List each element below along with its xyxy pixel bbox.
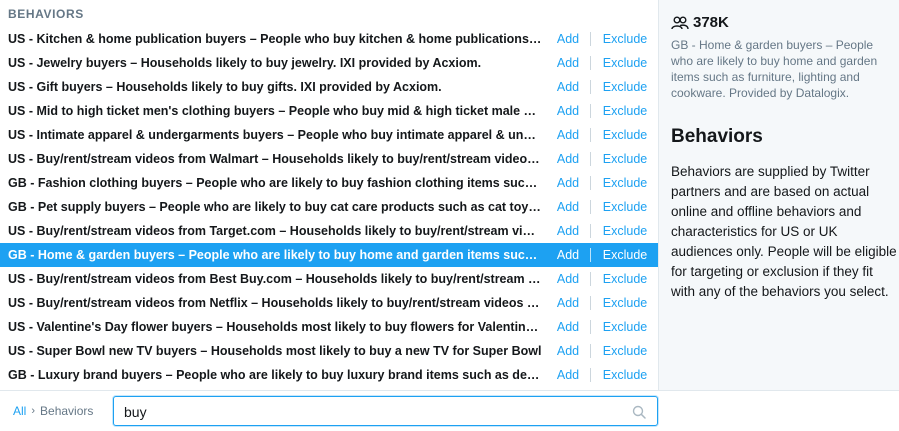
behavior-row[interactable]: US - Kitchen & home publication buyers –…: [0, 27, 658, 51]
add-button[interactable]: Add: [548, 75, 588, 99]
action-divider: [590, 200, 591, 214]
behavior-label[interactable]: US - Buy/rent/stream videos from Target.…: [8, 219, 542, 243]
behavior-row[interactable]: GB - Pet supply buyers – People who are …: [0, 195, 658, 219]
exclude-button[interactable]: Exclude: [594, 219, 656, 243]
behavior-label[interactable]: GB - Luxury brand buyers – People who ar…: [8, 363, 542, 387]
behavior-row[interactable]: US - Buy/rent/stream videos from Walmart…: [0, 147, 658, 171]
info-title: Behaviors: [671, 126, 763, 147]
behavior-label[interactable]: GB - Fashion clothing buyers – People wh…: [8, 171, 542, 195]
add-button[interactable]: Add: [548, 147, 588, 171]
add-button[interactable]: Add: [548, 219, 588, 243]
behavior-row[interactable]: US - Valentine's Day flower buyers – Hou…: [0, 315, 658, 339]
action-divider: [590, 32, 591, 46]
search-box[interactable]: [113, 396, 658, 426]
selected-behavior-description: GB - Home & garden buyers – People who a…: [671, 38, 878, 100]
breadcrumb: All › Behaviors: [13, 391, 93, 431]
exclude-button[interactable]: Exclude: [594, 27, 656, 51]
users-icon: [671, 16, 689, 29]
add-button[interactable]: Add: [548, 315, 588, 339]
behavior-row[interactable]: US - Buy/rent/stream videos from Best Bu…: [0, 267, 658, 291]
behavior-label[interactable]: US - Gift buyers – Households likely to …: [8, 75, 542, 99]
behavior-label[interactable]: US - Valentine's Day flower buyers – Hou…: [8, 315, 542, 339]
exclude-button[interactable]: Exclude: [594, 195, 656, 219]
action-divider: [590, 320, 591, 334]
info-panel: 378K GB - Home & garden buyers – People …: [658, 0, 899, 390]
add-button[interactable]: Add: [548, 267, 588, 291]
behaviors-list-panel: BEHAVIORS US - Kitchen & home publicatio…: [0, 0, 658, 390]
add-button[interactable]: Add: [548, 363, 588, 387]
behavior-row[interactable]: US - Gift buyers – Households likely to …: [0, 75, 658, 99]
action-divider: [590, 152, 591, 166]
action-divider: [590, 224, 591, 238]
breadcrumb-all-link[interactable]: All: [13, 391, 26, 431]
add-button[interactable]: Add: [548, 51, 588, 75]
behavior-row[interactable]: GB - Luxury brand buyers – People who ar…: [0, 363, 658, 387]
action-divider: [590, 296, 591, 310]
breadcrumb-separator: ›: [31, 405, 36, 417]
add-button[interactable]: Add: [548, 123, 588, 147]
exclude-button[interactable]: Exclude: [594, 267, 656, 291]
targeting-picker: BEHAVIORS US - Kitchen & home publicatio…: [0, 0, 899, 431]
action-divider: [590, 248, 591, 262]
behavior-label[interactable]: GB - Home & garden buyers – People who a…: [8, 243, 542, 267]
action-divider: [590, 104, 591, 118]
behavior-row[interactable]: US - Buy/rent/stream videos from Target.…: [0, 219, 658, 243]
audience-size: 378K: [671, 14, 729, 31]
behavior-label[interactable]: US - Buy/rent/stream videos from Walmart…: [8, 147, 542, 171]
exclude-button[interactable]: Exclude: [594, 339, 656, 363]
action-divider: [590, 128, 591, 142]
add-button[interactable]: Add: [548, 99, 588, 123]
info-body: Behaviors are supplied by Twitter partne…: [671, 164, 897, 299]
section-header: BEHAVIORS: [8, 7, 84, 21]
behavior-row[interactable]: US - Jewelry buyers – Households likely …: [0, 51, 658, 75]
behavior-label[interactable]: US - Kitchen & home publication buyers –…: [8, 27, 542, 51]
add-button[interactable]: Add: [548, 195, 588, 219]
behavior-label[interactable]: US - Intimate apparel & undergarments bu…: [8, 123, 542, 147]
action-divider: [590, 56, 591, 70]
action-divider: [590, 176, 591, 190]
behavior-label[interactable]: US - Buy/rent/stream videos from Netflix…: [8, 291, 542, 315]
search-input[interactable]: [124, 401, 624, 422]
exclude-button[interactable]: Exclude: [594, 363, 656, 387]
exclude-button[interactable]: Exclude: [594, 171, 656, 195]
exclude-button[interactable]: Exclude: [594, 291, 656, 315]
search-bar: All › Behaviors: [0, 390, 899, 431]
behavior-row[interactable]: GB - Fashion clothing buyers – People wh…: [0, 171, 658, 195]
action-divider: [590, 344, 591, 358]
behavior-row[interactable]: US - Intimate apparel & undergarments bu…: [0, 123, 658, 147]
add-button[interactable]: Add: [548, 243, 588, 267]
search-icon[interactable]: [632, 405, 646, 419]
action-divider: [590, 80, 591, 94]
add-button[interactable]: Add: [548, 171, 588, 195]
behavior-label[interactable]: US - Jewelry buyers – Households likely …: [8, 51, 542, 75]
add-button[interactable]: Add: [548, 27, 588, 51]
add-button[interactable]: Add: [548, 291, 588, 315]
exclude-button[interactable]: Exclude: [594, 147, 656, 171]
exclude-button[interactable]: Exclude: [594, 51, 656, 75]
behavior-row[interactable]: GB - Home & garden buyers – People who a…: [0, 243, 658, 267]
behavior-label[interactable]: US - Mid to high ticket men's clothing b…: [8, 99, 542, 123]
audience-count: 378K: [693, 14, 729, 31]
action-divider: [590, 368, 591, 382]
behavior-row[interactable]: US - Buy/rent/stream videos from Netflix…: [0, 291, 658, 315]
exclude-button[interactable]: Exclude: [594, 99, 656, 123]
behavior-label[interactable]: GB - Pet supply buyers – People who are …: [8, 195, 542, 219]
behavior-row[interactable]: US - Mid to high ticket men's clothing b…: [0, 99, 658, 123]
behavior-label[interactable]: US - Super Bowl new TV buyers – Househol…: [8, 339, 542, 363]
breadcrumb-current: Behaviors: [40, 404, 94, 418]
exclude-button[interactable]: Exclude: [594, 123, 656, 147]
exclude-button[interactable]: Exclude: [594, 75, 656, 99]
exclude-button[interactable]: Exclude: [594, 243, 656, 267]
behavior-row[interactable]: US - Super Bowl new TV buyers – Househol…: [0, 339, 658, 363]
behaviors-list: US - Kitchen & home publication buyers –…: [0, 27, 658, 387]
exclude-button[interactable]: Exclude: [594, 315, 656, 339]
behavior-label[interactable]: US - Buy/rent/stream videos from Best Bu…: [8, 267, 542, 291]
action-divider: [590, 272, 591, 286]
add-button[interactable]: Add: [548, 339, 588, 363]
